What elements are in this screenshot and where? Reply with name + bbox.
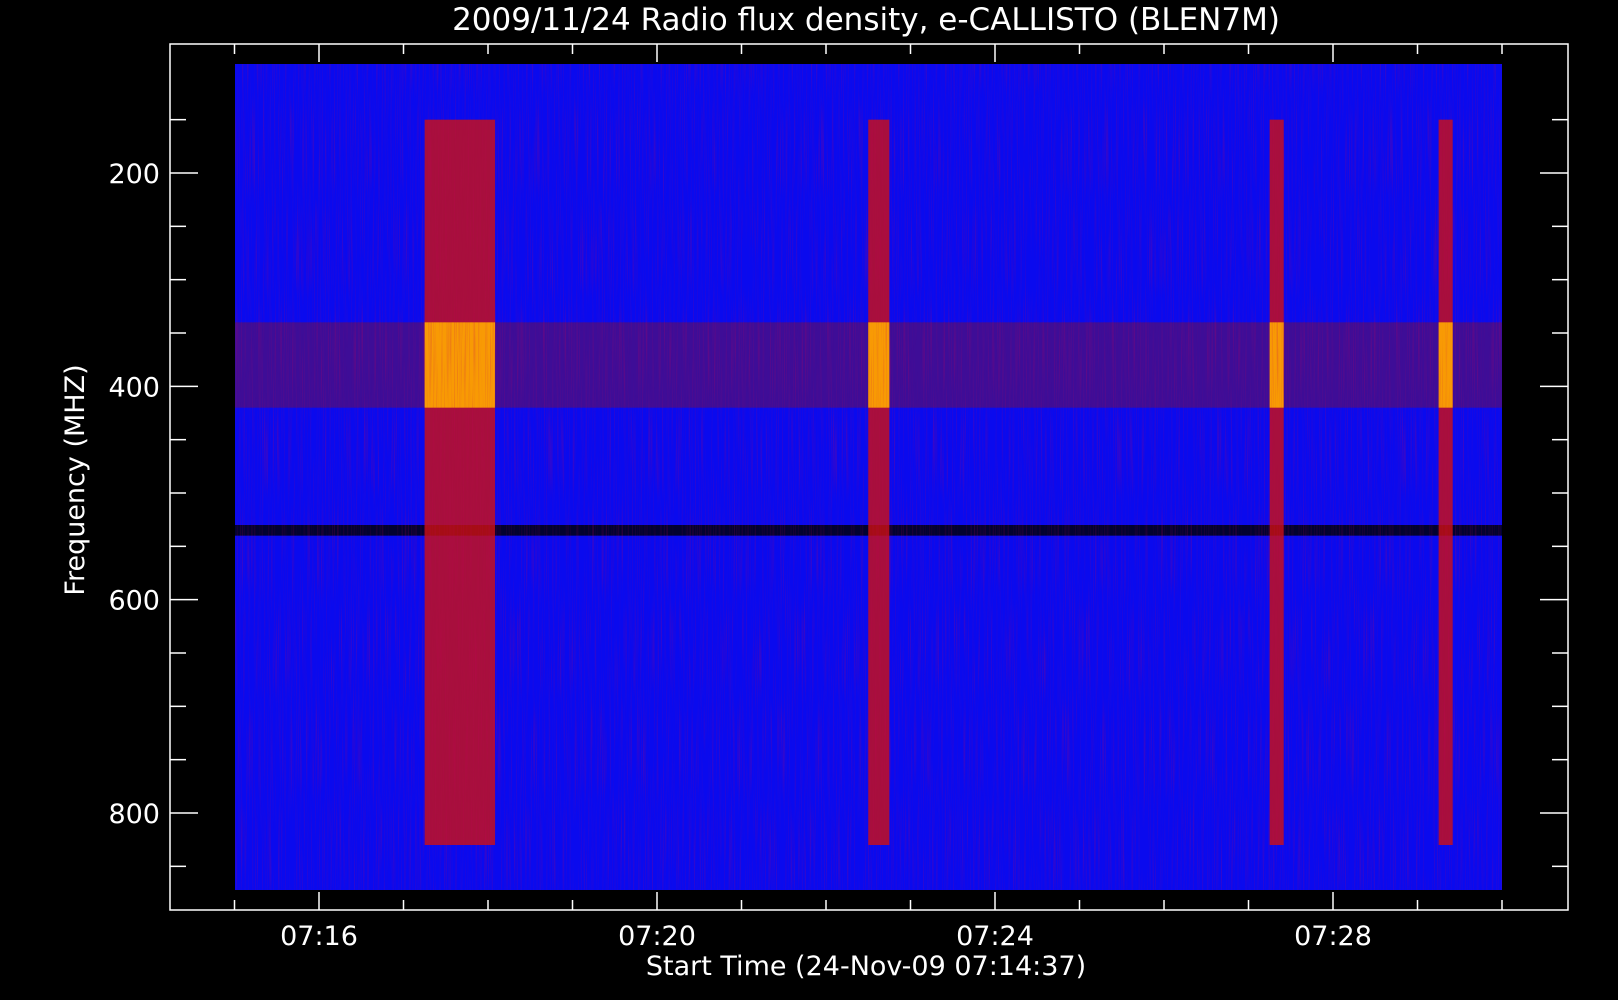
plot-area [169,43,1569,911]
spectrogram-noise [235,64,1502,890]
x-tick-label: 07:28 [1294,921,1372,952]
y-tick-label: 400 [108,372,160,403]
x-axis-label: Start Time (24-Nov-09 07:14:37) [646,951,1086,982]
x-tick-label: 07:16 [280,921,358,952]
y-tick-label: 600 [108,586,160,617]
chart-title: 2009/11/24 Radio flux density, e-CALLIST… [452,2,1280,38]
x-tick-label: 07:20 [618,921,696,952]
y-axis-label: Frequency (MHZ) [60,364,91,595]
spectrogram-chart: 2009/11/24 Radio flux density, e-CALLIST… [0,0,1618,1000]
x-tick-label: 07:24 [956,921,1034,952]
y-tick-label: 800 [108,799,160,830]
y-tick-label: 200 [108,159,160,190]
